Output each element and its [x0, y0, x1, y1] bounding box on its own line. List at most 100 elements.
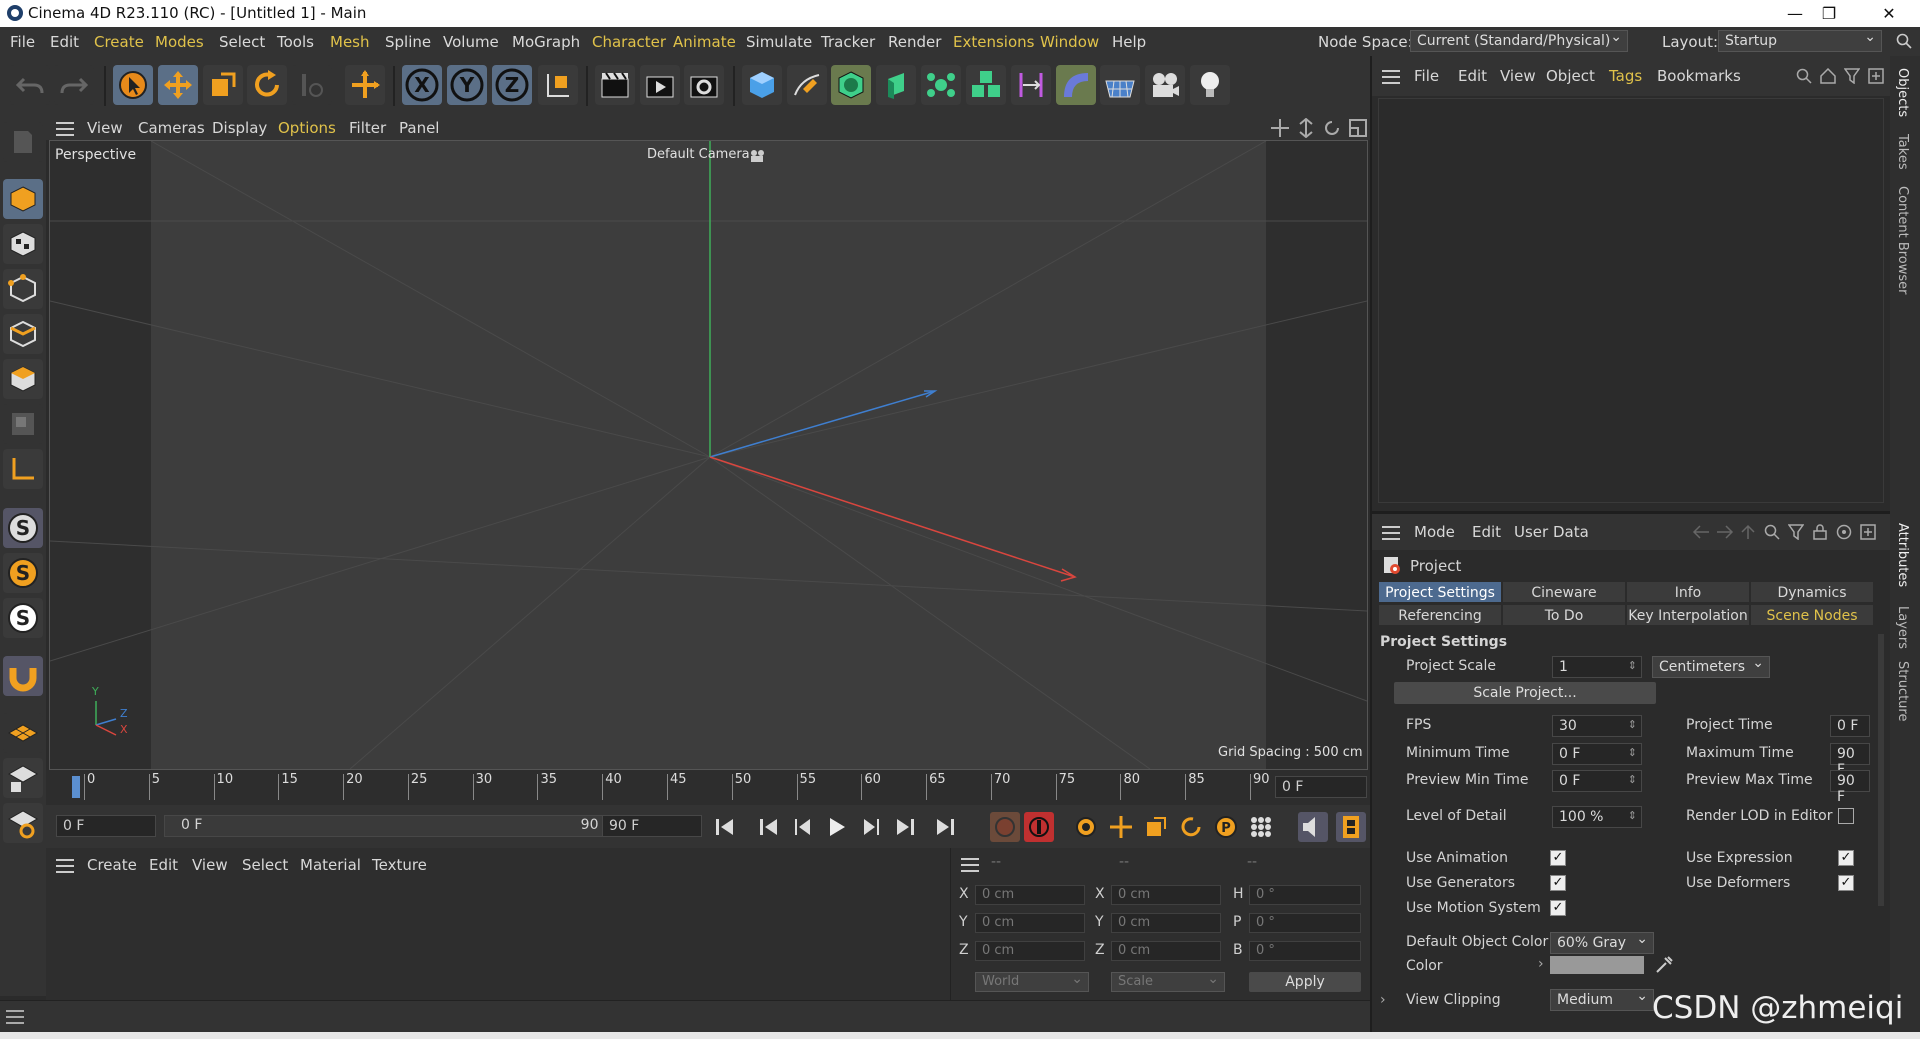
coord-size-z[interactable]: 0 cm — [1111, 941, 1221, 961]
tab-info[interactable]: Info — [1626, 581, 1750, 603]
target-icon[interactable] — [1836, 524, 1852, 540]
transform-tool-button[interactable] — [345, 65, 385, 105]
light-button[interactable] — [1190, 65, 1230, 105]
menu-mograph[interactable]: MoGraph — [512, 33, 580, 51]
material-menu-material[interactable]: Material — [300, 856, 361, 874]
workplane-snap-button[interactable]: S — [3, 598, 43, 638]
object-menu-object[interactable]: Object — [1546, 67, 1595, 85]
rail-tab-content-browser[interactable]: Content Browser — [1895, 186, 1910, 295]
tab-cineware[interactable]: Cineware — [1502, 581, 1626, 603]
object-home-icon[interactable] — [1820, 68, 1836, 84]
menu-simulate[interactable]: Simulate — [746, 33, 812, 51]
current-frame-field[interactable]: 0 F — [1275, 776, 1367, 798]
coord-position-y[interactable]: 0 cm — [975, 913, 1085, 933]
polygons-mode-button[interactable] — [3, 359, 43, 399]
menu-tracker[interactable]: Tracker — [821, 33, 875, 51]
menu-create[interactable]: Create — [94, 33, 144, 51]
coord-rotation-p[interactable]: 0 ° — [1249, 913, 1361, 933]
go-to-start-button[interactable] — [710, 812, 740, 842]
mograph-cubes-button[interactable] — [966, 65, 1006, 105]
tab-to-do[interactable]: To Do — [1502, 604, 1626, 626]
coord-position-x[interactable]: 0 cm — [975, 885, 1085, 905]
object-menu-view[interactable]: View — [1500, 67, 1536, 85]
field-button[interactable] — [1056, 65, 1096, 105]
material-hamburger-icon[interactable] — [56, 859, 74, 873]
viewport-menu-view[interactable]: View — [87, 119, 123, 137]
attribute-menu-user-data[interactable]: User Data — [1514, 523, 1589, 541]
tab-project-settings[interactable]: Project Settings — [1378, 581, 1502, 603]
coord-mode-dropdown[interactable]: World — [975, 971, 1089, 992]
material-menu-view[interactable]: View — [192, 856, 228, 874]
back-arrow-icon[interactable] — [1692, 524, 1710, 540]
coord-rotation-b[interactable]: 0 ° — [1249, 941, 1361, 961]
attribute-menu-mode[interactable]: Mode — [1414, 523, 1455, 541]
viewport-menu-cameras[interactable]: Cameras — [138, 119, 205, 137]
3d-viewport[interactable]: Perspective Default Camera Grid Spacing … — [49, 140, 1368, 770]
make-editable-button[interactable] — [3, 122, 43, 162]
attribute-menu-edit[interactable]: Edit — [1472, 523, 1501, 541]
points-mode-button[interactable] — [3, 269, 43, 309]
eyedropper-icon[interactable] — [1654, 955, 1674, 975]
live-selection-button[interactable] — [113, 65, 153, 105]
end-frame-field[interactable]: 90 F — [602, 815, 702, 837]
scale-project-button[interactable]: Scale Project... — [1394, 682, 1656, 704]
camera-button[interactable] — [1145, 65, 1185, 105]
coord-apply-button[interactable]: Apply — [1249, 972, 1361, 992]
menu-file[interactable]: File — [10, 33, 35, 51]
coord-size-mode-dropdown[interactable]: Scale — [1111, 971, 1225, 992]
level-of-detail-field[interactable]: 100 % — [1552, 806, 1642, 828]
previous-frame-button[interactable] — [788, 812, 818, 842]
tab-dynamics[interactable]: Dynamics — [1750, 581, 1874, 603]
tab-referencing[interactable]: Referencing — [1378, 604, 1502, 626]
recent-tools-button[interactable] — [292, 65, 332, 105]
lock-icon[interactable] — [1812, 524, 1828, 540]
pen-spline-button[interactable] — [787, 65, 827, 105]
menu-character[interactable]: Character — [592, 33, 666, 51]
hamburger-icon[interactable] — [56, 122, 74, 136]
redo-button[interactable] — [54, 65, 94, 105]
restore-button[interactable]: ❐ — [1806, 2, 1852, 26]
preview-max-time-field[interactable]: 90 F — [1830, 770, 1870, 805]
menu-window[interactable]: Window — [1040, 33, 1099, 51]
next-key-button[interactable] — [890, 812, 920, 842]
object-new-panel-icon[interactable] — [1868, 68, 1884, 84]
snap-button[interactable]: S — [3, 508, 43, 548]
x-axis-lock-button[interactable]: X — [402, 65, 442, 105]
layout-dropdown[interactable]: Startup — [1718, 29, 1882, 52]
project-scale-field[interactable]: 1 — [1552, 656, 1642, 678]
viewport-move-icon[interactable] — [1270, 118, 1290, 138]
coord-position-z[interactable]: 0 cm — [975, 941, 1085, 961]
attribute-new-panel-icon[interactable] — [1860, 524, 1876, 540]
timeline-layout-button[interactable] — [1336, 812, 1366, 842]
key-rotation-button[interactable] — [1176, 812, 1206, 842]
rail-tab-structure[interactable]: Structure — [1895, 661, 1910, 721]
autokey-button[interactable] — [1024, 812, 1054, 842]
y-axis-lock-button[interactable]: Y — [447, 65, 487, 105]
menu-volume[interactable]: Volume — [443, 33, 499, 51]
planar-workplane-button[interactable] — [3, 803, 43, 843]
axis-mode-button[interactable] — [3, 449, 43, 489]
object-menu-file[interactable]: File — [1414, 67, 1439, 85]
preview-min-time-field[interactable]: 0 F — [1552, 770, 1642, 792]
object-menu-edit[interactable]: Edit — [1458, 67, 1487, 85]
undo-button[interactable] — [10, 65, 50, 105]
object-menu-bookmarks[interactable]: Bookmarks — [1657, 67, 1741, 85]
coordinate-system-button[interactable] — [538, 65, 578, 105]
color-expand-arrow-icon[interactable]: › — [1538, 956, 1544, 972]
timeline-ruler[interactable]: 0 5 10 15 20 25 30 35 40 45 50 55 60 65 70 75 80 85 90 0 F — [46, 770, 1370, 805]
node-space-dropdown[interactable]: Current (Standard/Physical) — [1410, 29, 1628, 52]
up-arrow-icon[interactable] — [1740, 524, 1756, 540]
menu-modes[interactable]: Modes — [155, 33, 204, 51]
material-menu-create[interactable]: Create — [87, 856, 137, 874]
rail-tab-objects[interactable]: Objects — [1895, 68, 1910, 117]
coord-size-y[interactable]: 0 cm — [1111, 913, 1221, 933]
previous-key-button[interactable] — [754, 812, 784, 842]
viewport-menu-options[interactable]: Options — [278, 119, 336, 137]
menu-spline[interactable]: Spline — [385, 33, 431, 51]
attribute-hamburger-icon[interactable] — [1382, 526, 1400, 540]
start-frame-field[interactable]: 0 F — [56, 815, 156, 837]
sound-button[interactable] — [1298, 812, 1328, 842]
tab-scene-nodes[interactable]: Scene Nodes — [1750, 604, 1874, 626]
deformer-button[interactable] — [1011, 65, 1051, 105]
viewport-layout-icon[interactable] — [1348, 118, 1368, 138]
